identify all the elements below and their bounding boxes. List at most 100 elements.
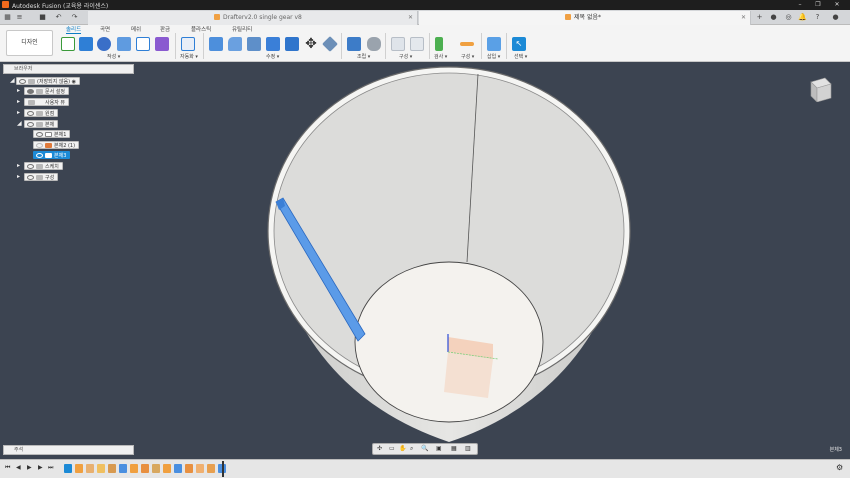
timeline-last-icon[interactable]: ⏭ bbox=[48, 464, 53, 472]
look-at-icon[interactable]: ▭ bbox=[389, 445, 395, 452]
help-icon[interactable]: ? bbox=[813, 13, 822, 22]
timeline-feature[interactable] bbox=[174, 464, 182, 473]
visibility-eye-icon[interactable] bbox=[27, 122, 34, 127]
workspace-switcher-button[interactable]: 디자인 bbox=[6, 30, 53, 56]
chamfer-icon[interactable] bbox=[247, 37, 261, 51]
zoom-window-icon[interactable]: ⌕ bbox=[410, 445, 413, 453]
timeline-feature[interactable] bbox=[163, 464, 171, 473]
close-tab-icon[interactable]: ✕ bbox=[741, 11, 746, 25]
revolve-icon[interactable] bbox=[97, 37, 111, 51]
browser-root-node[interactable]: (저장되지 않음) ◉ bbox=[16, 77, 81, 85]
configure-menu[interactable]: 구성 ▾ bbox=[461, 53, 474, 60]
collapse-icon[interactable]: ◢ bbox=[17, 120, 23, 128]
tab-solid[interactable]: 솔리드 bbox=[66, 25, 82, 34]
browser-item-sketches[interactable]: 스케치 bbox=[24, 162, 63, 170]
extrude-icon[interactable] bbox=[79, 37, 93, 51]
orbit-icon[interactable]: ✣ bbox=[377, 445, 382, 452]
timeline-feature[interactable] bbox=[108, 464, 116, 473]
undo-icon[interactable]: ↶ bbox=[54, 13, 63, 22]
minimize-icon[interactable]: – bbox=[793, 0, 807, 10]
timeline-feature[interactable] bbox=[86, 464, 94, 473]
zoom-icon[interactable]: 🔍 bbox=[421, 445, 428, 452]
timeline-feature[interactable] bbox=[141, 464, 149, 473]
new-component-icon[interactable] bbox=[347, 37, 361, 51]
expand-icon[interactable]: ▸ bbox=[17, 87, 23, 95]
tab-drafter[interactable]: Drafterv2.0 single gear v8 ✕ bbox=[88, 11, 418, 25]
3d-viewport[interactable] bbox=[0, 62, 850, 459]
browser-item-origin[interactable]: 원점 bbox=[24, 109, 59, 117]
timeline-feature[interactable] bbox=[130, 464, 138, 473]
app-grid-icon[interactable]: ▦ bbox=[3, 13, 12, 22]
extensions-icon[interactable]: ● bbox=[769, 13, 778, 22]
tab-mesh[interactable]: 메쉬 bbox=[131, 25, 141, 33]
browser-item-doc-settings[interactable]: 문서 설정 bbox=[24, 87, 69, 95]
browser-item-body3[interactable]: 본체3 bbox=[33, 151, 71, 159]
select-cursor-icon[interactable]: ↖ bbox=[512, 37, 526, 51]
offset-plane-icon[interactable] bbox=[391, 37, 405, 51]
viewports-icon[interactable]: ▥ bbox=[465, 445, 471, 452]
user-avatar-icon[interactable]: ● bbox=[831, 13, 840, 22]
tab-sheetmetal[interactable]: 판금 bbox=[160, 25, 170, 33]
origin-plane-xz[interactable] bbox=[444, 352, 493, 398]
insert-image-icon[interactable] bbox=[487, 37, 501, 51]
pan-icon[interactable]: ✋ bbox=[399, 445, 406, 452]
timeline-feature[interactable] bbox=[97, 464, 105, 473]
create-form-icon[interactable] bbox=[155, 37, 169, 51]
shell-icon[interactable] bbox=[266, 37, 280, 51]
create-menu[interactable]: 작성 ▾ bbox=[107, 53, 120, 60]
fillet-icon[interactable] bbox=[228, 37, 242, 51]
automate-icon[interactable] bbox=[181, 37, 195, 51]
expand-icon[interactable]: ▸ bbox=[17, 173, 23, 181]
insert-menu[interactable]: 삽입 ▾ bbox=[487, 53, 500, 60]
tab-surface[interactable]: 곡면 bbox=[100, 25, 110, 33]
expand-icon[interactable]: ▸ bbox=[17, 98, 23, 106]
close-tab-icon[interactable]: ✕ bbox=[408, 11, 413, 25]
tab-utility[interactable]: 유틸리티 bbox=[232, 25, 252, 33]
timeline-settings-icon[interactable]: ⚙ bbox=[836, 463, 843, 472]
automate-menu[interactable]: 자동화 ▾ bbox=[180, 53, 198, 60]
maximize-icon[interactable]: ❐ bbox=[811, 0, 825, 10]
assemble-menu[interactable]: 조립 ▾ bbox=[357, 53, 370, 60]
timeline-next-icon[interactable]: ▶ bbox=[38, 464, 43, 471]
new-tab-icon[interactable]: + bbox=[755, 13, 764, 22]
hole-icon[interactable] bbox=[117, 37, 131, 51]
timeline-feature[interactable] bbox=[207, 464, 215, 473]
expand-icon[interactable]: ▸ bbox=[17, 109, 23, 117]
comments-panel-header[interactable]: 주석 bbox=[3, 445, 134, 455]
visibility-eye-icon[interactable] bbox=[19, 79, 26, 84]
joint-icon[interactable] bbox=[367, 37, 381, 51]
visibility-eye-icon[interactable] bbox=[27, 111, 34, 116]
inspect-menu[interactable]: 검사 ▾ bbox=[434, 53, 447, 60]
timeline-first-icon[interactable]: ⏮ bbox=[5, 464, 10, 472]
browser-item-body2[interactable]: 본체2 (1) bbox=[33, 141, 80, 149]
save-icon[interactable]: ■ bbox=[38, 13, 47, 22]
select-menu[interactable]: 선택 ▾ bbox=[514, 53, 527, 60]
browser-item-construction[interactable]: 구성 bbox=[24, 173, 59, 181]
press-pull-icon[interactable] bbox=[209, 37, 223, 51]
timeline-feature[interactable] bbox=[75, 464, 83, 473]
close-window-icon[interactable]: ✕ bbox=[830, 0, 844, 10]
visibility-eye-icon[interactable] bbox=[27, 175, 34, 180]
visibility-eye-icon[interactable] bbox=[27, 164, 34, 169]
timeline-feature[interactable] bbox=[119, 464, 127, 473]
move-copy-icon[interactable]: ✥ bbox=[304, 37, 318, 51]
section-analysis-icon[interactable] bbox=[435, 37, 443, 51]
combine-icon[interactable] bbox=[285, 37, 299, 51]
modify-menu[interactable]: 수정 ▾ bbox=[266, 53, 279, 60]
rectangular-pattern-icon[interactable] bbox=[136, 37, 150, 51]
notifications-icon[interactable]: 🔔 bbox=[798, 13, 807, 22]
construct-menu[interactable]: 구성 ▾ bbox=[399, 53, 412, 60]
tab-plastic[interactable]: 플라스틱 bbox=[191, 25, 211, 33]
midplane-icon[interactable] bbox=[410, 37, 424, 51]
align-icon[interactable] bbox=[322, 36, 338, 52]
job-status-icon[interactable]: ◎ bbox=[784, 13, 793, 22]
redo-icon[interactable]: ↷ bbox=[70, 13, 79, 22]
timeline-play-icon[interactable]: ▶ bbox=[27, 464, 32, 471]
timeline-feature[interactable] bbox=[196, 464, 204, 473]
browser-item-bodies[interactable]: 본체 bbox=[24, 120, 59, 128]
measure-icon[interactable] bbox=[460, 42, 474, 46]
timeline-feature[interactable] bbox=[185, 464, 193, 473]
tab-untitled[interactable]: 제목 없음* ✕ bbox=[419, 11, 751, 25]
visibility-eye-icon[interactable] bbox=[36, 153, 43, 158]
expand-icon[interactable]: ▸ bbox=[17, 162, 23, 170]
